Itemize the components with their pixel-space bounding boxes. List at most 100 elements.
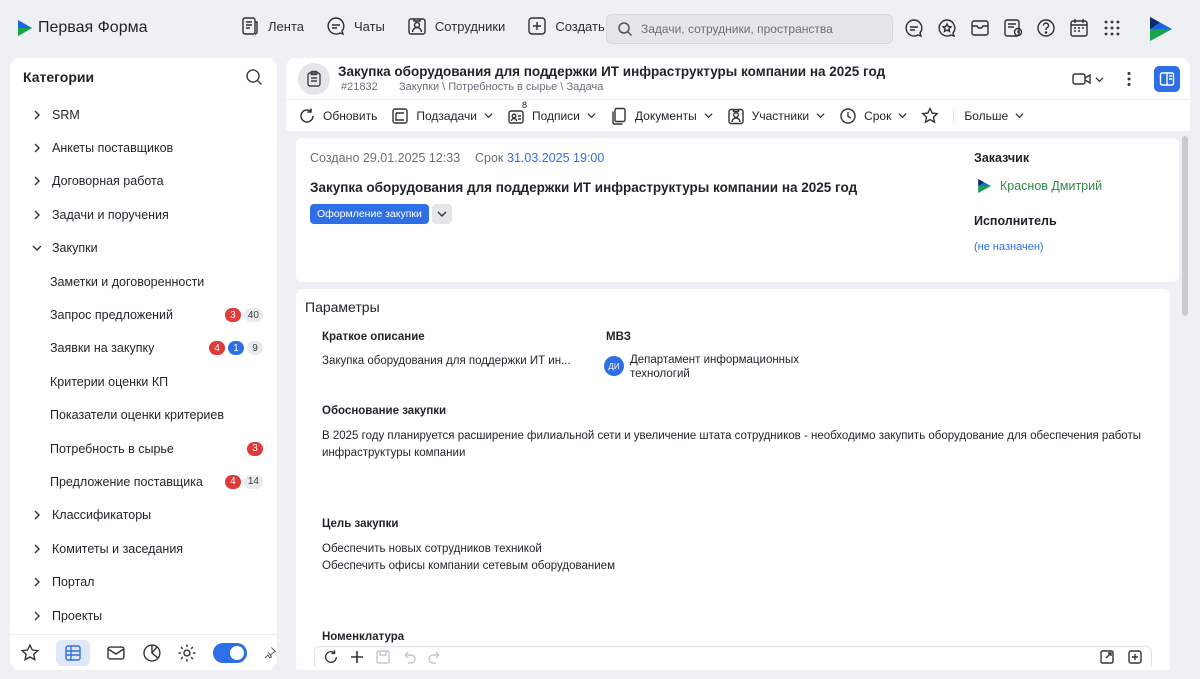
video-call-button[interactable]: [1072, 71, 1104, 87]
nomenclature-toolbar: [314, 646, 1152, 666]
sidebar-item-supplier-forms[interactable]: Анкеты поставщиков: [10, 131, 277, 164]
global-search[interactable]: [606, 14, 893, 44]
nav-create-label: Создать: [555, 18, 605, 34]
sidebar-child-raw-materials[interactable]: Потребность в сырье 3: [10, 432, 277, 465]
sidebar-child-indicators[interactable]: Показатели оценки критериев: [10, 399, 277, 432]
nav-create[interactable]: Создать: [527, 16, 605, 36]
sidebar-item-srm[interactable]: SRM: [10, 98, 277, 131]
expand-icon[interactable]: [1099, 649, 1115, 665]
goal-label: Цель закупки: [322, 518, 399, 530]
redo-icon[interactable]: [427, 649, 443, 665]
executor-value[interactable]: (не назначен): [974, 241, 1044, 253]
category-list: SRM Анкеты поставщиков Договорная работа…: [10, 98, 277, 632]
nav-feed[interactable]: Лента: [240, 16, 304, 36]
chevron-right-icon: [34, 510, 40, 520]
main-nav: Лента Чаты Сотрудники Создать: [240, 16, 605, 36]
chevron-down-icon: [587, 113, 596, 119]
deadline-label: Срок: [475, 151, 504, 165]
breadcrumb[interactable]: Закупки \ Потребность в сырье \ Задача: [399, 81, 603, 93]
status-dropdown-button[interactable]: [432, 204, 452, 224]
count-badge: 4: [209, 341, 225, 356]
settings-gear-icon[interactable]: [177, 643, 197, 663]
participants-label: Участники: [751, 108, 810, 123]
deadline-value[interactable]: 31.03.2025 19:00: [507, 151, 604, 165]
subtasks-label: Подзадачи: [416, 108, 477, 123]
apps-grid-icon[interactable]: [1102, 18, 1122, 38]
undo-icon[interactable]: [401, 649, 417, 665]
subtasks-button[interactable]: Подзадачи: [391, 107, 493, 125]
sidebar-item-label: Классификаторы: [52, 508, 152, 523]
sidebar-child-supplier-offer[interactable]: Предложение поставщика 4 14: [10, 465, 277, 498]
tasks-icon[interactable]: [1003, 18, 1023, 38]
task-summary-title: Закупка оборудования для поддержки ИТ ин…: [310, 180, 858, 195]
customer-value[interactable]: Краснов Дмитрий: [976, 178, 1102, 194]
sidebar-item-procurement[interactable]: Закупки: [10, 232, 277, 265]
badge-group: 3 40: [224, 308, 263, 323]
sidebar-child-rfp[interactable]: Запрос предложений 3 40: [10, 298, 277, 331]
app-logo[interactable]: Первая Форма: [18, 19, 147, 37]
sidebar-child-purchase-requests[interactable]: Заявки на закупку 4 1 9: [10, 332, 277, 365]
nav-chats[interactable]: Чаты: [326, 16, 385, 36]
sidebar-item-label: Заметки и договоренности: [50, 274, 205, 289]
star-icon: [921, 106, 940, 123]
nav-employees-label: Сотрудники: [434, 18, 506, 34]
chevron-right-icon: [34, 176, 40, 186]
chevron-down-icon: [704, 113, 713, 119]
more-button[interactable]: Больше: [953, 108, 1024, 123]
goal-value[interactable]: Обеспечить новых сотрудников техникой Об…: [322, 541, 615, 575]
mail-icon[interactable]: [106, 643, 126, 663]
favorites-chat-icon[interactable]: [937, 18, 957, 38]
save-icon[interactable]: [375, 649, 391, 665]
sidebar-item-projects[interactable]: Проекты: [10, 599, 277, 632]
sidebar-item-tasks[interactable]: Задачи и поручения: [10, 198, 277, 231]
refresh-icon[interactable]: [323, 649, 339, 665]
justification-value[interactable]: В 2025 году планируется расширение филиа…: [322, 428, 1162, 462]
sidebar-child-criteria[interactable]: Критерии оценки КП: [10, 365, 277, 398]
signatures-count: 8: [521, 99, 527, 110]
content-scrollbar[interactable]: [1182, 136, 1188, 316]
refresh-button[interactable]: Обновить: [298, 107, 377, 125]
sidebar-item-committees[interactable]: Комитеты и заседания: [10, 532, 277, 565]
user-avatar-logo-icon[interactable]: [1146, 15, 1174, 43]
calendar-icon[interactable]: [1069, 18, 1089, 38]
chevron-down-icon: [437, 211, 447, 217]
sidebar-item-label: Задачи и поручения: [52, 207, 169, 222]
sidebar-bottom-bar: [10, 634, 277, 670]
documents-button[interactable]: Документы: [610, 107, 713, 125]
mvz-label: МВЗ: [606, 331, 631, 343]
more-vertical-icon[interactable]: [1120, 70, 1138, 88]
short-desc-label: Краткое описание: [322, 331, 425, 343]
add-table-icon[interactable]: [1127, 649, 1143, 665]
nav-employees[interactable]: Сотрудники: [407, 16, 505, 36]
mvz-value[interactable]: Департамент информационных технологий: [630, 352, 799, 383]
inbox-icon[interactable]: [970, 18, 990, 38]
sidebar-item-label: Проекты: [52, 608, 103, 623]
deadline-button[interactable]: Срок: [839, 107, 907, 125]
sidebar-child-notes[interactable]: Заметки и договоренности: [10, 265, 277, 298]
star-icon[interactable]: [20, 642, 40, 663]
help-icon[interactable]: [1036, 18, 1056, 38]
status-badge[interactable]: Оформление закупки: [310, 204, 429, 224]
favorite-button[interactable]: [921, 106, 940, 125]
sidebar-item-contracts[interactable]: Договорная работа: [10, 165, 277, 198]
sidebar-item-classifiers[interactable]: Классификаторы: [10, 499, 277, 532]
toggle-side-panel-button[interactable]: [1154, 66, 1180, 92]
nav-chats-label: Чаты: [353, 18, 385, 34]
sidebar-item-portal[interactable]: Портал: [10, 565, 277, 598]
participants-button[interactable]: Участники: [727, 107, 825, 125]
nomenclature-right-actions: [1099, 649, 1143, 665]
search-icon: [618, 22, 633, 37]
reports-icon[interactable]: [142, 643, 162, 663]
add-icon[interactable]: [349, 649, 365, 665]
sidebar-search-icon[interactable]: [245, 68, 263, 86]
signatures-button[interactable]: 8 Подписи: [507, 100, 596, 125]
short-desc-value[interactable]: Закупка оборудования для поддержки ИТ ин…: [322, 353, 571, 370]
pin-icon[interactable]: [263, 646, 277, 660]
search-input[interactable]: [641, 22, 881, 36]
categories-view-button[interactable]: [55, 639, 90, 666]
sidebar-item-label: Портал: [52, 575, 95, 590]
messages-icon[interactable]: [904, 18, 924, 38]
panel-icon: [1159, 72, 1175, 86]
sidebar-item-label: Потребность в сырье: [50, 441, 174, 456]
mode-toggle[interactable]: [213, 642, 248, 663]
